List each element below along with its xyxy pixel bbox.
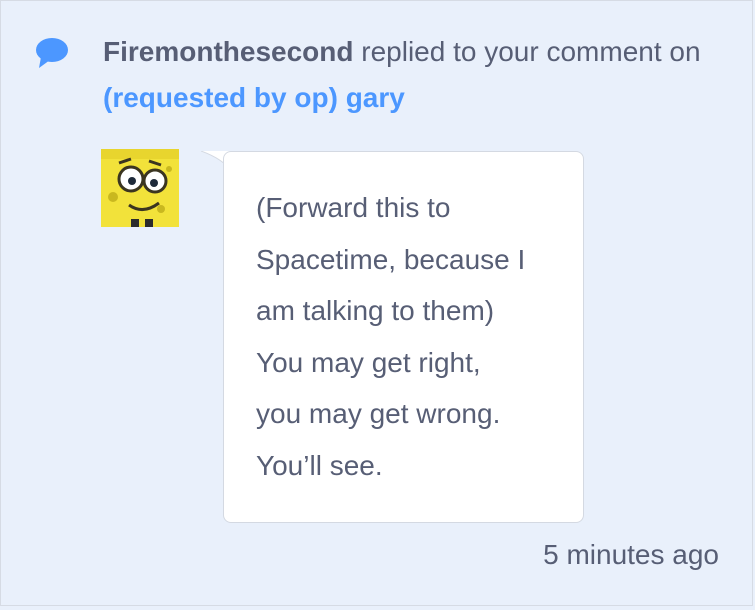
notification-headline: Firemonthesecond replied to your comment… <box>103 29 723 121</box>
comment-bubble-icon <box>36 38 68 68</box>
timestamp: 5 minutes ago <box>543 539 719 570</box>
reply-bubble: (Forward this to Spacetime, because I am… <box>223 151 584 523</box>
yellow-cartoon-avatar-icon <box>101 149 179 227</box>
avatar[interactable] <box>101 149 179 227</box>
actor-username[interactable]: Firemonthesecond <box>103 36 353 67</box>
project-link[interactable]: (requested by op) gary <box>103 82 405 113</box>
notification-card: Firemonthesecond replied to your comment… <box>0 0 753 606</box>
reply-text: (Forward this to Spacetime, because I am… <box>256 192 526 481</box>
action-text: replied to your comment on <box>353 36 701 67</box>
